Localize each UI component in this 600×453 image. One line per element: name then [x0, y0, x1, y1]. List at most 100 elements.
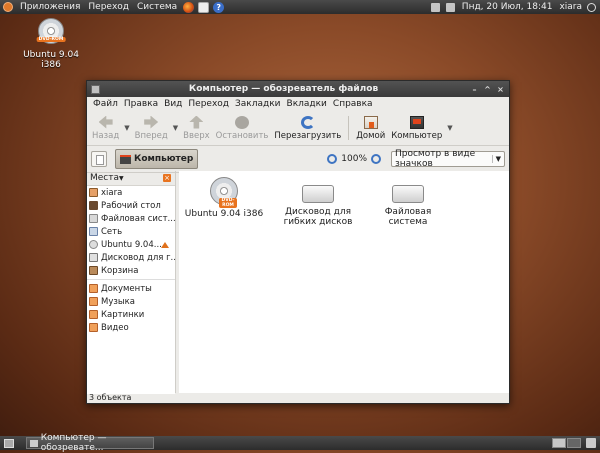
forward-button[interactable]: Вперед [132, 112, 171, 144]
help-icon[interactable]: ? [213, 1, 225, 13]
power-icon[interactable] [587, 2, 596, 12]
sidebar-close-button[interactable]: × [163, 174, 171, 182]
harddisk-icon [392, 185, 424, 203]
sidebar-title: Места [90, 173, 120, 183]
location-bar: Компьютер 100% Просмотр в виде значков ▼ [87, 146, 509, 173]
taskbar-label: Компьютер — обозревате... [40, 433, 107, 453]
sidebar-item-desktop[interactable]: Рабочий стол [87, 199, 175, 212]
taskbar-button-file-browser[interactable]: Компьютер — обозревате... [26, 433, 154, 453]
zoom-level[interactable]: 100% [341, 154, 367, 164]
user-switcher[interactable]: xiara [556, 2, 585, 12]
menu-go[interactable]: Переход [185, 99, 232, 109]
clock[interactable]: Пнд, 20 Июл, 18:41 [458, 2, 557, 12]
menu-system[interactable]: Система [133, 2, 181, 12]
menu-tabs[interactable]: Вкладки [284, 99, 330, 109]
floppy-icon [89, 253, 98, 262]
menu-file[interactable]: Файл [90, 99, 121, 109]
menu-places[interactable]: Переход [84, 2, 133, 12]
menu-edit[interactable]: Правка [121, 99, 161, 109]
folder-icon [89, 310, 98, 319]
sidebar-item-pictures[interactable]: Картинки [87, 308, 175, 321]
desktop-cdrom-icon[interactable]: DVD-ROM Ubuntu 9.04 i386 [16, 18, 86, 70]
file-item-label: Ubuntu 9.04 i386 [184, 209, 264, 219]
workspace-2[interactable] [567, 438, 581, 448]
sidebar-item-filesystem[interactable]: Файловая сист... [87, 212, 175, 225]
sidebar-item-label: xiara [101, 187, 123, 198]
chevron-down-icon: ▼ [491, 155, 501, 163]
sidebar-item-documents[interactable]: Документы [87, 282, 175, 295]
reload-button[interactable]: Перезагрузить [271, 112, 344, 144]
sidebar-item-label: Файловая сист... [101, 213, 175, 224]
up-arrow-icon [189, 115, 204, 129]
dvd-badge: DVD-ROM [36, 37, 66, 42]
back-history-dropdown[interactable]: ▼ [122, 124, 131, 132]
network-status-icon[interactable] [430, 2, 440, 12]
up-button[interactable]: Вверх [180, 112, 213, 144]
back-button[interactable]: Назад [89, 112, 122, 144]
computer-button[interactable]: Компьютер [388, 112, 445, 144]
sidebar-item-floppy[interactable]: Дисковод для г... [87, 251, 175, 264]
sidebar-divider [87, 279, 175, 280]
network-icon [89, 227, 98, 236]
view-mode-select[interactable]: Просмотр в виде значков ▼ [391, 149, 505, 169]
close-button[interactable]: × [495, 84, 506, 95]
zoom-out-icon[interactable] [327, 154, 338, 164]
eject-icon[interactable] [161, 241, 169, 248]
maximize-button[interactable]: ^ [482, 84, 493, 95]
file-item-filesystem[interactable]: Файловая система [365, 177, 451, 227]
sidebar-item-label: Корзина [101, 265, 139, 276]
sidebar-item-label: Картинки [101, 309, 145, 320]
folder-icon [89, 323, 98, 332]
mail-icon[interactable] [198, 1, 210, 13]
computer-icon [409, 115, 424, 129]
file-item-cdrom[interactable]: DVD-ROM Ubuntu 9.04 i386 [181, 177, 267, 219]
file-browser-window: Компьютер — обозреватель файлов – ^ × Фа… [86, 80, 510, 404]
show-desktop-icon[interactable] [4, 438, 14, 448]
ubuntu-logo-icon[interactable] [3, 2, 13, 12]
sidebar: Места ▼ × xiara Рабочий стол Файловая сис… [87, 171, 176, 394]
home-button[interactable]: Домой [353, 112, 388, 144]
file-item-label: Дисковод для гибких дисков [283, 207, 353, 227]
sidebar-item-music[interactable]: Музыка [87, 295, 175, 308]
menu-applications[interactable]: Приложения [16, 2, 84, 12]
system-tray: Пнд, 20 Июл, 18:41 xiara [428, 2, 600, 12]
menu-bookmarks[interactable]: Закладки [232, 99, 284, 109]
sidebar-item-home[interactable]: xiara [87, 186, 175, 199]
sidebar-item-videos[interactable]: Видео [87, 321, 175, 334]
reload-label: Перезагрузить [274, 130, 342, 141]
sidebar-item-label: Музыка [101, 296, 135, 307]
toolbar-overflow-dropdown[interactable]: ▼ [445, 124, 454, 132]
desktop-icon [89, 201, 98, 210]
menu-help[interactable]: Справка [330, 99, 376, 109]
folder-icon [89, 297, 98, 306]
edit-location-button[interactable] [91, 151, 107, 167]
firefox-icon[interactable] [183, 1, 195, 13]
back-arrow-icon [98, 115, 113, 129]
cdrom-icon [89, 240, 98, 249]
file-item-floppy[interactable]: Дисковод для гибких дисков [275, 177, 361, 227]
workspace-1[interactable] [552, 438, 566, 448]
window-icon[interactable] [91, 84, 100, 94]
stop-button[interactable]: Остановить [213, 112, 272, 144]
trash-icon[interactable] [586, 438, 596, 448]
zoom-in-icon[interactable] [371, 154, 381, 164]
sidebar-item-trash[interactable]: Корзина [87, 264, 175, 277]
sidebar-item-label: Рабочий стол [101, 200, 161, 211]
sidebar-header[interactable]: Места ▼ × [87, 171, 175, 186]
forward-arrow-icon [144, 115, 159, 129]
trash-icon [89, 266, 98, 275]
sidebar-item-network[interactable]: Сеть [87, 225, 175, 238]
sidebar-item-label: Дисковод для г... [101, 252, 175, 263]
sidebar-item-cdrom[interactable]: Ubuntu 9.04... [87, 238, 175, 251]
volume-icon[interactable] [445, 2, 455, 12]
menu-view[interactable]: Вид [161, 99, 185, 109]
zoom-controls: 100% Просмотр в виде значков ▼ [323, 149, 509, 169]
toolbar-separator [348, 116, 350, 140]
breadcrumb-computer[interactable]: Компьютер [115, 149, 199, 169]
sidebar-item-label: Ubuntu 9.04... [101, 239, 162, 250]
reload-icon [300, 115, 315, 129]
titlebar[interactable]: Компьютер — обозреватель файлов – ^ × [87, 81, 509, 97]
minimize-button[interactable]: – [469, 84, 480, 95]
forward-history-dropdown[interactable]: ▼ [171, 124, 180, 132]
window-title: Компьютер — обозреватель файлов [188, 84, 379, 94]
